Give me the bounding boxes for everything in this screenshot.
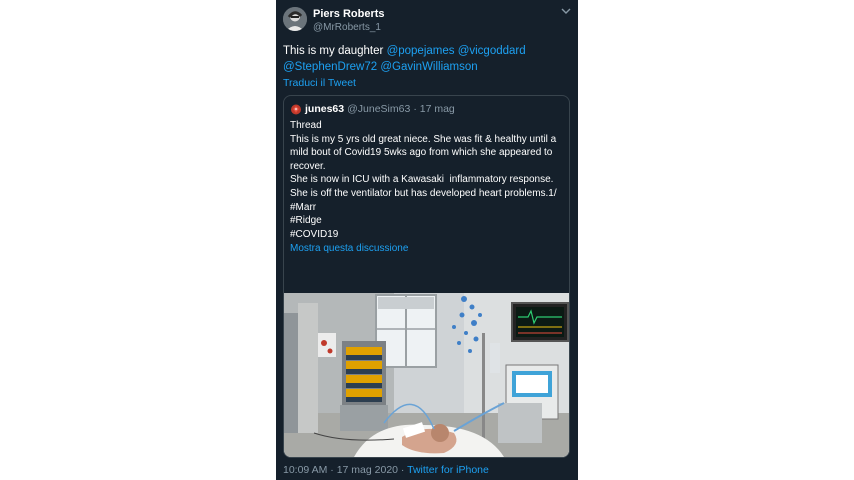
mention-link[interactable]: @GavinWilliamson [380, 61, 477, 73]
mention-link[interactable]: @vicgoddard [458, 45, 526, 57]
chevron-down-icon[interactable] [560, 6, 572, 16]
hashtag-link: #Ridge [290, 215, 322, 227]
quoted-tweet[interactable]: junes63 @JuneSim63 · 17 mag Thread This … [283, 95, 570, 458]
quoted-tweet-text: Thread This is my 5 yrs old great niece.… [290, 119, 562, 256]
show-thread-link[interactable]: Mostra questa discussione [290, 242, 562, 256]
avatar-photo-icon [283, 7, 307, 31]
author-handle[interactable]: @MrRoberts_1 [313, 22, 381, 33]
tweet-source-link[interactable]: Twitter for iPhone [407, 464, 489, 476]
tweet-footer: 10:09 AM · 17 mag 2020 · Twitter for iPh… [283, 464, 489, 476]
quoted-author-handle[interactable]: @JuneSim63 [347, 103, 410, 115]
author-name[interactable]: Piers Roberts [313, 8, 385, 20]
translate-tweet-link[interactable]: Traduci il Tweet [283, 77, 356, 89]
hospital-icu-bed-photo[interactable] [284, 293, 569, 457]
quoted-tweet-header: junes63 @JuneSim63 · 17 mag [290, 103, 455, 115]
hashtag-link: #COVID19 [290, 228, 339, 240]
quoted-line: She is now in ICU with a Kawasaki inflam… [290, 174, 554, 186]
quoted-date[interactable]: · 17 mag [413, 103, 454, 115]
hashtag-link: #Marr [290, 201, 317, 213]
mention-link[interactable]: @StephenDrew72 [283, 61, 377, 73]
avatar[interactable] [283, 7, 307, 31]
quoted-author-name[interactable]: junes63 [305, 103, 344, 115]
quoted-line: Thread [290, 120, 322, 131]
tweet-timestamp[interactable]: 10:09 AM · 17 mag 2020 · [283, 464, 407, 476]
quoted-avatar-icon [291, 104, 301, 114]
quoted-line: She is off the ventilator but has develo… [290, 187, 557, 199]
mention-link[interactable]: @popejames [387, 45, 455, 57]
tweet-text-prefix: This is my daughter [283, 45, 384, 57]
quoted-line: This is my 5 yrs old great niece. She wa… [290, 133, 560, 172]
tweet-card: Piers Roberts @MrRoberts_1 This is my da… [276, 0, 578, 480]
tweet-text: This is my daughter @popejames @vicgodda… [283, 44, 569, 75]
